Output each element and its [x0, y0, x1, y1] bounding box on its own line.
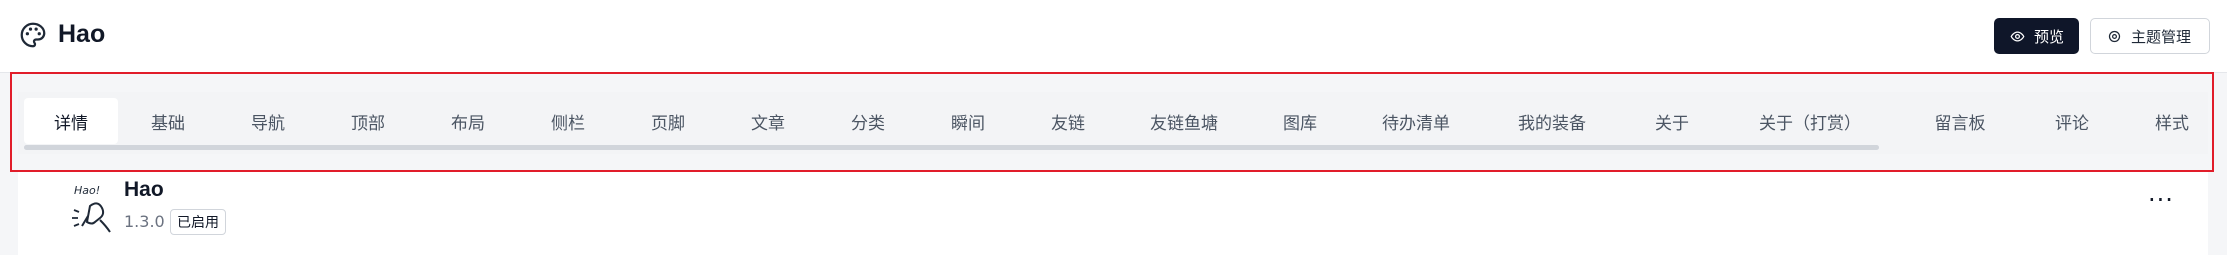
tab-10[interactable]: 友链: [1018, 98, 1118, 144]
tab-list: 详情 基础 导航 顶部 布局 侧栏 页脚 文章 分类 瞬间 友链 友链鱼塘 图库 待办清单 我的装备 关于 关于…: [24, 98, 2222, 144]
tab-15[interactable]: 关于: [1622, 98, 1722, 144]
tab-18[interactable]: 评论: [2022, 98, 2122, 144]
tab-5[interactable]: 侧栏: [518, 98, 618, 144]
tab-4[interactable]: 布局: [418, 98, 518, 144]
tab-8[interactable]: 分类: [818, 98, 918, 144]
eye-icon: [2010, 30, 2025, 42]
tab-13[interactable]: 待办清单: [1350, 98, 1482, 144]
tab-12[interactable]: 图库: [1250, 98, 1350, 144]
page-header: Hao 预览 主题管理: [0, 0, 2227, 73]
theme-version: 1.3.0: [124, 212, 165, 231]
theme-card: Hao! Hao 1.3.0 已启用 ···: [18, 172, 2208, 255]
tab-2[interactable]: 导航: [218, 98, 318, 144]
palette-icon: [20, 22, 46, 48]
tab-19[interactable]: 样式: [2122, 98, 2222, 144]
tabs-scrollbar[interactable]: [24, 145, 1879, 150]
tab-17[interactable]: 留言板: [1898, 98, 2022, 144]
status-badge: 已启用: [170, 209, 226, 235]
preview-label: 预览: [2034, 27, 2065, 46]
tabs-scrollbar-thumb[interactable]: [24, 145, 1879, 150]
page-title: Hao: [58, 20, 106, 48]
tab-9[interactable]: 瞬间: [918, 98, 1018, 144]
settings-icon: [2108, 30, 2121, 42]
more-options-button[interactable]: ···: [2148, 186, 2174, 214]
theme-name: Hao: [124, 178, 164, 201]
tab-6[interactable]: 页脚: [618, 98, 718, 144]
tab-14[interactable]: 我的装备: [1482, 98, 1622, 144]
preview-button[interactable]: 预览: [1994, 18, 2079, 54]
tab-0[interactable]: 详情: [24, 98, 118, 144]
tab-3[interactable]: 顶部: [318, 98, 418, 144]
tab-11[interactable]: 友链鱼塘: [1118, 98, 1250, 144]
tab-1[interactable]: 基础: [118, 98, 218, 144]
theme-manage-label: 主题管理: [2131, 27, 2192, 46]
logo-text: Hao!: [74, 184, 100, 197]
settings-tabs: 详情 基础 导航 顶部 布局 侧栏 页脚 文章 分类 瞬间 友链 友链鱼塘 图库 待办清单 我的装备 关于 关于…: [18, 92, 2208, 154]
tab-7[interactable]: 文章: [718, 98, 818, 144]
theme-manage-button[interactable]: 主题管理: [2090, 18, 2210, 54]
theme-logo: Hao!: [72, 184, 111, 233]
tab-16[interactable]: 关于（打赏）: [1722, 98, 1898, 144]
